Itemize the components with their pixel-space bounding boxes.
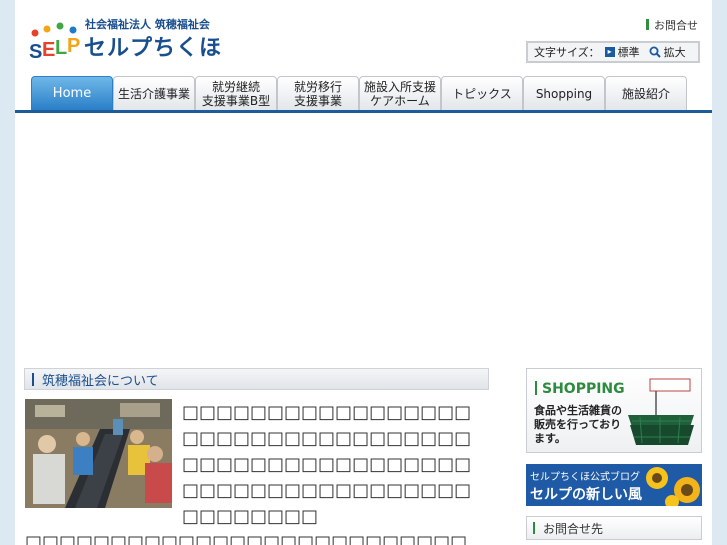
- standard-size-icon[interactable]: ▸: [604, 47, 615, 57]
- shopping-banner[interactable]: SHOPPING 食品や生活雑貨の販売を行っております。: [526, 368, 702, 453]
- shopping-title: SHOPPING: [535, 381, 625, 397]
- svg-text:S: S: [29, 41, 42, 62]
- shopping-bar-icon: [535, 381, 537, 395]
- about-text: □□□□□□□□□□□□□□□□□□□□□□□□□□□□□□□□□□□□□□□□…: [182, 402, 472, 527]
- shopping-basket-icon: [628, 378, 694, 445]
- title-bar-icon: [32, 372, 34, 386]
- about-text-continued: □□□□□□□□□□□□□□□□□□□□□□□□□□: [25, 532, 468, 545]
- nav-residential-care[interactable]: 施設入所支援 ケアホーム: [359, 76, 441, 110]
- about-section-title: 筑穂福祉会について: [24, 368, 489, 390]
- nav-transition-support[interactable]: 就労移行 支援事業: [277, 76, 359, 110]
- font-size-switcher: 文字サイズ： ▸ 標準 拡大: [526, 41, 700, 63]
- svg-text:P: P: [67, 35, 80, 57]
- nav-home[interactable]: Home: [31, 76, 113, 110]
- shopping-title-label: SHOPPING: [542, 381, 625, 397]
- selp-logo-icon[interactable]: S E L P: [27, 20, 83, 62]
- zoom-icon[interactable]: [649, 46, 661, 58]
- main-nav: Home 生活介護事業 就労継続 支援事業B型 就労移行 支援事業 施設入所支援…: [31, 76, 687, 112]
- nav-facilities[interactable]: 施設紹介: [605, 76, 687, 110]
- blog-banner[interactable]: セルプちくほ公式ブログ セルプの新しい風: [526, 464, 702, 506]
- font-size-standard-button[interactable]: 標準: [618, 44, 640, 60]
- contact-section-header: お問合せ先: [526, 516, 702, 540]
- contact-link[interactable]: お問合せ: [646, 17, 698, 33]
- blog-subtitle: セルプちくほ公式ブログ: [530, 472, 640, 483]
- hero-area: [15, 113, 712, 363]
- blog-title: セルプの新しい風: [530, 487, 642, 503]
- contact-bar-icon: [646, 19, 649, 30]
- contact-section-title: お問合せ先: [543, 521, 604, 536]
- nav-daily-care[interactable]: 生活介護事業: [113, 76, 195, 110]
- font-size-label: 文字サイズ：: [534, 46, 600, 59]
- site-header: S E L P 社会福祉法人 筑穂福祉会 セルプちくほ お問合せ 文字サイズ： …: [15, 0, 712, 113]
- about-title: 筑穂福祉会について: [42, 373, 159, 389]
- sunflower-icon: [646, 467, 700, 506]
- font-size-large-button[interactable]: 拡大: [664, 44, 686, 60]
- contact-section-bar-icon: [533, 522, 535, 534]
- contact-link-label: お問合せ: [654, 19, 698, 32]
- svg-text:E: E: [42, 39, 55, 61]
- page: S E L P 社会福祉法人 筑穂福祉会 セルプちくほ お問合せ 文字サイズ： …: [15, 0, 712, 545]
- shopping-text: 食品や生活雑貨の販売を行っております。: [534, 404, 622, 445]
- nav-shopping[interactable]: Shopping: [523, 76, 605, 110]
- workshop-photo: [25, 399, 172, 508]
- svg-text:L: L: [55, 37, 67, 59]
- brand-name[interactable]: セルプちくほ: [84, 30, 222, 62]
- nav-continuous-support-b[interactable]: 就労継続 支援事業B型: [195, 76, 277, 110]
- nav-topics[interactable]: トピックス: [441, 76, 523, 110]
